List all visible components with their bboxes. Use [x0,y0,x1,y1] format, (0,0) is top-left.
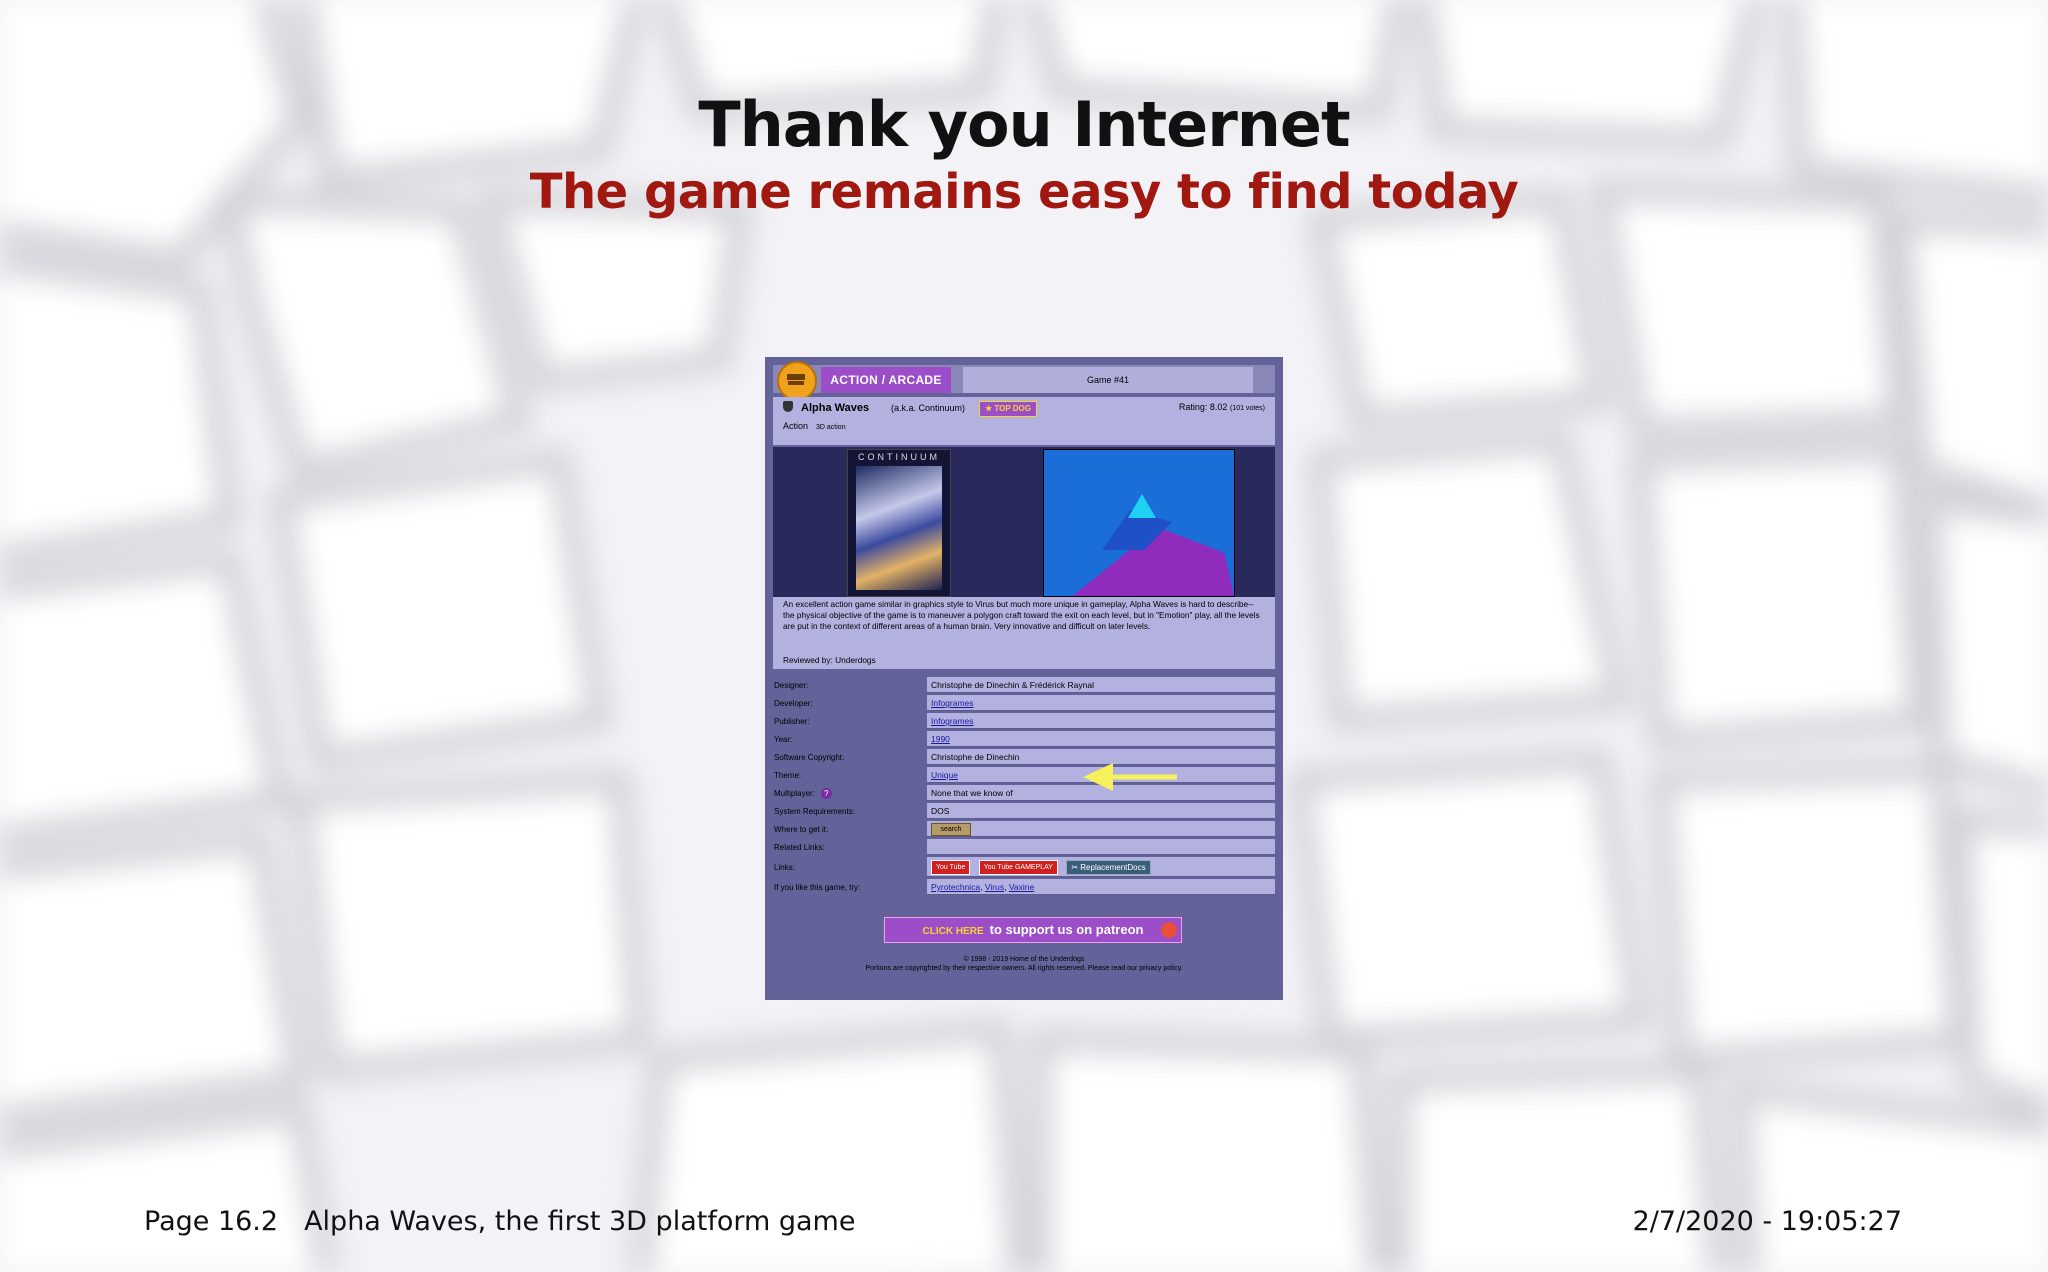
search-button[interactable]: search [931,823,971,837]
ray-gun-icon [777,361,817,401]
detail-key: Software Copyright: [774,753,845,762]
slide-caption: Alpha Waves, the first 3D platform game [304,1206,856,1237]
category-header: ACTION / ARCADE Game #41 [773,365,1275,393]
detail-value: You Tube You Tube GAMEPLAY ✂ Replacement… [927,857,1275,877]
copyright-line-1: © 1998 - 2019 Home of the Underdogs [963,956,1085,963]
description-text: An excellent action game similar in grap… [783,599,1260,631]
rating-votes: (101 votes) [1229,405,1265,412]
genre-label: Action [783,421,809,431]
youtube-link[interactable]: You Tube [931,860,971,876]
detail-key: Year: [774,735,793,744]
detail-row-related: Related Links: [773,839,1275,857]
detail-value: DOS [927,803,1275,819]
multiplayer-label: Multiplayer: [774,789,815,798]
detail-key: Designer: [774,681,809,690]
slide-footer-left: Page 16.2 Alpha Waves, the first 3D platf… [144,1206,881,1237]
game-genre: Action 3D action [783,421,846,431]
replacement-docs-link[interactable]: ✂ ReplacementDocs [1066,860,1151,876]
patreon-click-here: CLICK HERE [922,926,984,937]
detail-row-year: Year: 1990 [773,731,1275,749]
game-images: CONTINUUM [773,447,1275,597]
detail-key: Developer: [774,699,813,708]
detail-key: Related Links: [774,843,825,852]
slide-subtitle: The game remains easy to find today [529,164,1519,220]
box-art-logo: CONTINUUM [858,452,940,462]
game-description: An excellent action game similar in grap… [773,597,1275,669]
game-info-bar: Alpha Waves (a.k.a. Continuum) ★ TOP DOG… [773,397,1275,445]
detail-key: Where to get it: [774,825,829,834]
top-dog-badge: ★ TOP DOG [979,401,1037,417]
reviewed-by: Reviewed by: Underdogs [783,655,876,665]
detail-value: Pyrotechnica, Virus, Vaxine [927,879,1275,895]
slide-title: Thank you Internet [698,88,1350,161]
game-details-table: Designer: Christophe de Dinechin & Frédé… [773,677,1275,897]
detail-key: System Requirements: [774,807,855,816]
detail-row-copyright: Software Copyright: Christophe de Dinech… [773,749,1275,767]
youtube-gameplay-link[interactable]: You Tube GAMEPLAY [978,860,1058,876]
patreon-button[interactable]: CLICK HERE to support us on patreon [884,917,1182,943]
detail-row-links: Links: You Tube You Tube GAMEPLAY ✂ Repl… [773,857,1275,879]
detail-row-publisher: Publisher: Infogrames [773,713,1275,731]
detail-value [927,839,1275,855]
slide-timestamp: 2/7/2020 - 19:05:27 [1632,1206,1902,1237]
theme-link[interactable]: Unique [931,770,958,780]
try-game-link[interactable]: Vaxine [1009,882,1034,892]
detail-row-try: If you like this game, try: Pyrotechnica… [773,879,1275,897]
detail-value: Infogrames [927,695,1275,711]
game-craft [1128,494,1156,518]
game-aka: (a.k.a. Continuum) [891,403,966,413]
copyright-line-2: Portions are copyrighted by their respec… [865,965,1183,972]
detail-key: Theme: [774,771,802,780]
game-rating: Rating: 8.02 (101 votes) [1179,402,1265,412]
patreon-text: to support us on patreon [989,922,1144,937]
detail-value: Infogrames [927,713,1275,729]
detail-key: Links: [774,863,795,872]
developer-link[interactable]: Infogrames [931,698,974,708]
detail-key: Publisher: [774,717,810,726]
detail-row-theme: Theme: Unique [773,767,1275,785]
detail-value: Christophe de Dinechin & Frédérick Rayna… [927,677,1275,693]
copyright-footer: © 1998 - 2019 Home of the Underdogs Port… [765,955,1283,973]
page-number: Page 16.2 [144,1206,279,1237]
subgenre-label: 3D action [816,424,846,431]
detail-row-multiplayer: Multiplayer:? None that we know of [773,785,1275,803]
website-screenshot: ACTION / ARCADE Game #41 Alpha Waves (a.… [765,357,1283,1000]
try-game-link[interactable]: Virus [985,882,1004,892]
detail-row-where: Where to get it: search [773,821,1275,839]
detail-value: search [927,821,1275,837]
detail-key: If you like this game, try: [774,883,861,892]
trophy-icon [783,401,793,412]
box-art-image[interactable]: CONTINUUM [847,449,951,597]
help-icon[interactable]: ? [820,788,832,800]
detail-key: Multiplayer:? [773,785,926,802]
game-number: Game #41 [963,367,1253,393]
rating-value: Rating: 8.02 [1178,402,1228,412]
detail-row-designer: Designer: Christophe de Dinechin & Frédé… [773,677,1275,695]
publisher-link[interactable]: Infogrames [931,716,974,726]
try-game-link[interactable]: Pyrotechnica [931,882,980,892]
category-tab[interactable]: ACTION / ARCADE [821,367,951,393]
detail-row-developer: Developer: Infogrames [773,695,1275,713]
game-screenshot-image[interactable] [1043,449,1235,597]
detail-value: 1990 [927,731,1275,747]
box-art-illustration [856,466,942,590]
detail-row-system: System Requirements: DOS [773,803,1275,821]
yellow-arrow-icon [1083,763,1177,791]
patreon-icon [1161,922,1177,938]
year-link[interactable]: 1990 [931,734,950,744]
game-name: Alpha Waves [801,402,870,414]
